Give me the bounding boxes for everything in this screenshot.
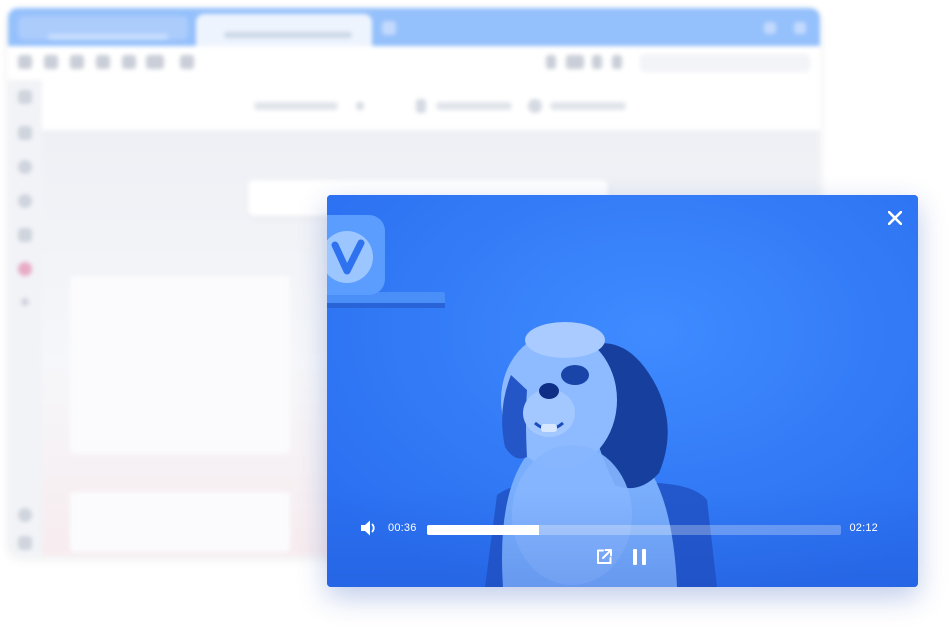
speed-dial-header [42,80,820,131]
downloads-panel-icon[interactable] [18,126,32,140]
history-panel-icon[interactable] [18,160,32,174]
pause-icon [633,549,637,565]
pause-icon [642,549,646,565]
close-button[interactable] [884,207,906,229]
home-icon[interactable] [146,55,164,69]
speed-dial-selector[interactable] [254,102,338,110]
tab-bar [8,8,820,46]
chevron-down-icon[interactable] [356,102,364,110]
vivaldi-logo-icon [327,215,385,295]
address-bar [8,46,820,81]
sync-icon[interactable] [764,22,776,34]
lock-icon [416,99,426,113]
extension-icon[interactable] [546,55,556,69]
window-menu-icon[interactable] [794,22,806,34]
instagram-panel-icon[interactable] [18,262,32,276]
fast-forward-icon[interactable] [96,55,110,69]
forward-icon[interactable] [44,55,58,69]
header-link[interactable] [550,102,626,110]
bookmarks-panel-icon[interactable] [18,90,32,104]
speed-dial-tile[interactable] [70,492,290,552]
settings-icon[interactable] [18,508,32,522]
speaker-icon [361,520,375,536]
dropdown-icon[interactable] [612,55,622,69]
close-icon [888,211,902,225]
header-link[interactable] [436,102,512,110]
video-popout-player[interactable]: 00:36 02:12 [327,195,918,587]
speed-dial-tile[interactable] [70,276,290,454]
shelf-shadow [327,303,445,308]
player-controls: 00:36 02:12 [327,491,918,587]
rewind-icon[interactable] [70,55,84,69]
tab-active[interactable] [196,14,372,46]
reader-icon[interactable] [566,55,584,69]
calendar-panel-icon[interactable] [18,228,32,242]
notes-panel-icon[interactable] [18,194,32,208]
location-icon [180,55,194,69]
panel-toggle-icon[interactable] [18,536,32,550]
search-field[interactable] [640,54,810,72]
volume-button[interactable] [359,519,379,537]
add-panel-icon[interactable] [21,298,29,306]
seek-bar[interactable] [427,525,841,535]
total-duration: 02:12 [849,522,878,534]
bookmark-icon[interactable] [592,55,602,69]
weather-icon [528,99,542,113]
back-icon[interactable] [18,55,32,69]
current-time: 00:36 [388,522,417,534]
tab-inactive[interactable] [18,16,188,40]
new-tab-icon[interactable] [382,21,396,35]
pause-button[interactable] [632,548,648,566]
side-panel [8,80,42,556]
external-link-icon [597,549,612,564]
reload-icon[interactable] [122,55,136,69]
seek-bar-progress [427,525,539,535]
open-in-tab-button[interactable] [595,548,613,566]
